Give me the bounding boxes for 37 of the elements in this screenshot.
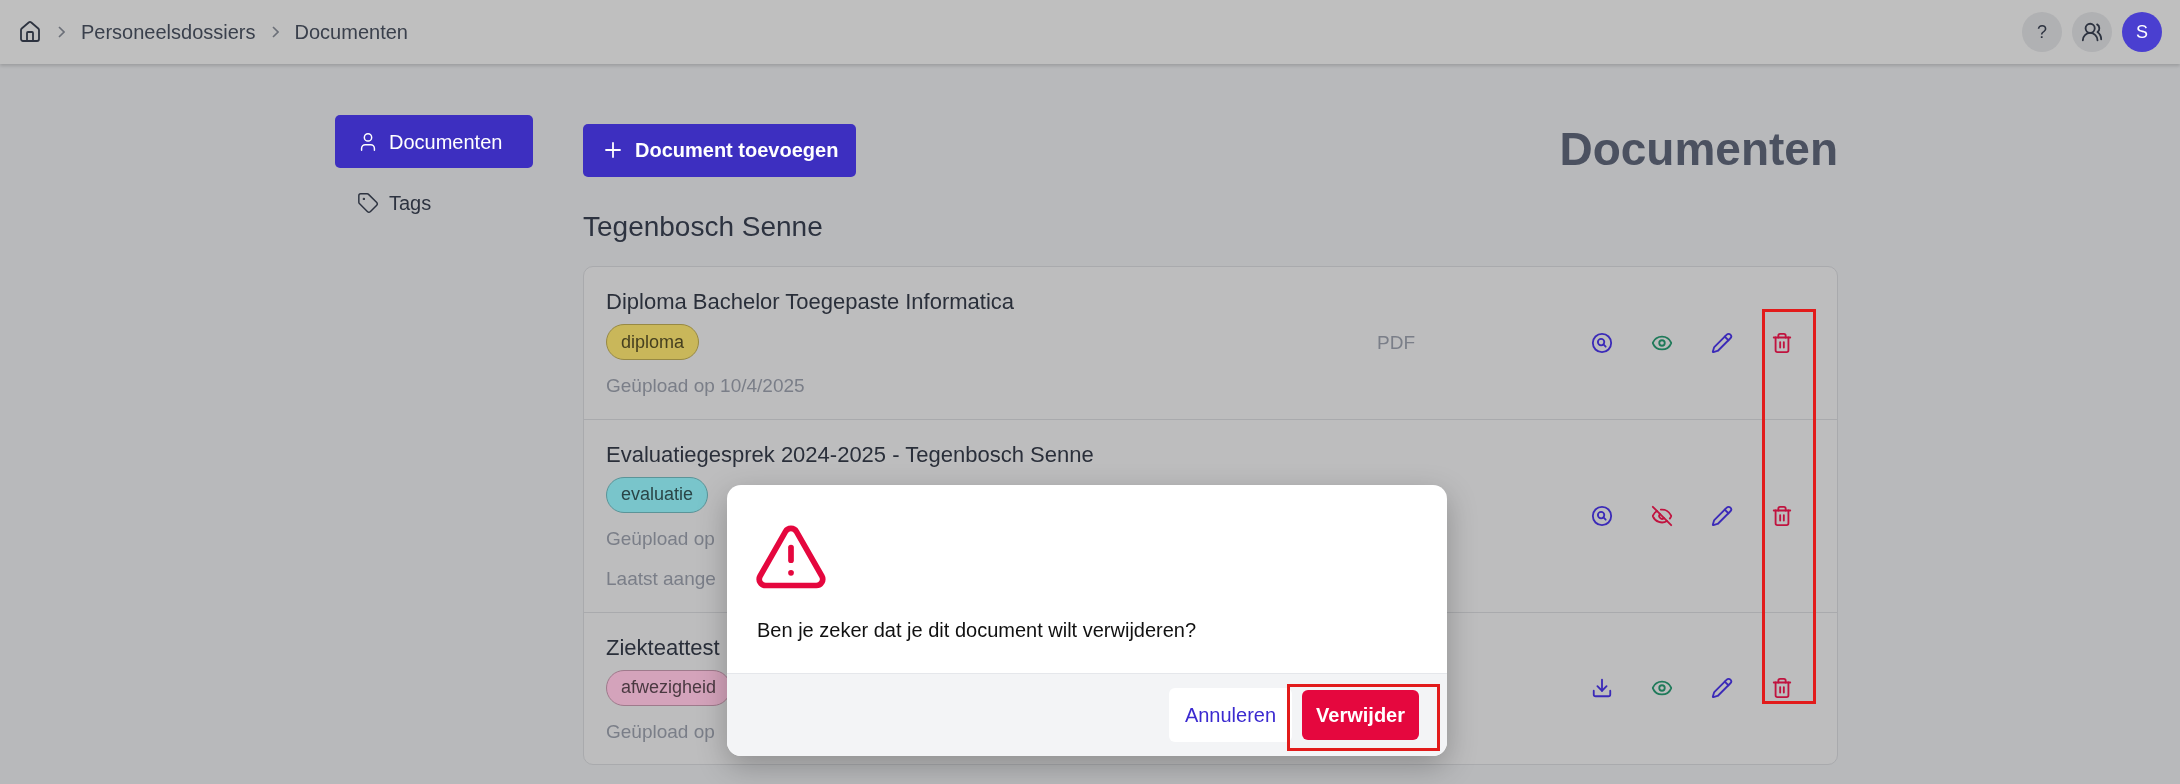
document-tag: evaluatie <box>606 476 709 513</box>
edit-icon[interactable] <box>1711 504 1733 527</box>
chevron-icon <box>58 26 65 38</box>
cancel-button[interactable]: Annuleren <box>1168 688 1293 742</box>
document-title: Ziekteattest <box>606 633 720 662</box>
dialog-message: Ben je zeker dat je dit document wilt verwijderen? <box>757 618 1198 643</box>
delete-icon[interactable] <box>1771 331 1793 354</box>
edit-icon[interactable] <box>1711 331 1733 354</box>
help-button[interactable]: ? <box>2022 12 2062 52</box>
search-icon[interactable] <box>1591 331 1613 354</box>
chevron-icon <box>271 26 279 38</box>
delete-icon[interactable] <box>1771 677 1793 700</box>
users-button[interactable] <box>2072 12 2112 52</box>
tag-icon <box>357 191 379 214</box>
home-icon[interactable] <box>18 20 42 44</box>
delete-button[interactable]: Verwijder <box>1302 690 1419 740</box>
edit-icon[interactable] <box>1711 677 1733 700</box>
sidebar-item[interactable]: Documenten <box>335 115 533 168</box>
document-tag: diploma <box>606 324 700 360</box>
breadcrumb-link[interactable]: Personeelsdossiers <box>81 17 256 47</box>
search-icon[interactable] <box>1591 504 1613 527</box>
document-meta: Geüpload op 10/4/2025 <box>606 374 805 398</box>
avatar[interactable]: S <box>2122 12 2162 52</box>
document-title: Diploma Bachelor Toegepaste Informatica <box>606 288 1015 316</box>
document-meta: Geüpload op <box>606 526 715 551</box>
file-format: PDF <box>1376 330 1416 355</box>
add-document-button[interactable]: Document toevoegen <box>583 123 857 177</box>
download-icon[interactable] <box>1591 677 1613 700</box>
delete-icon[interactable] <box>1771 504 1793 527</box>
document-meta: Laatst aange <box>606 567 716 591</box>
page-title: Documenten <box>1559 122 1838 177</box>
document-meta: Geüpload op <box>606 719 715 744</box>
document-title: Evaluatiegesprek 2024-2025 - Tegenbosch Senne <box>606 440 1094 469</box>
users-icon <box>2081 21 2103 43</box>
eye-off-icon[interactable] <box>1651 504 1673 527</box>
person-name: Tegenbosch Senne <box>583 210 824 244</box>
sidebar-item[interactable]: Tags <box>335 176 533 229</box>
